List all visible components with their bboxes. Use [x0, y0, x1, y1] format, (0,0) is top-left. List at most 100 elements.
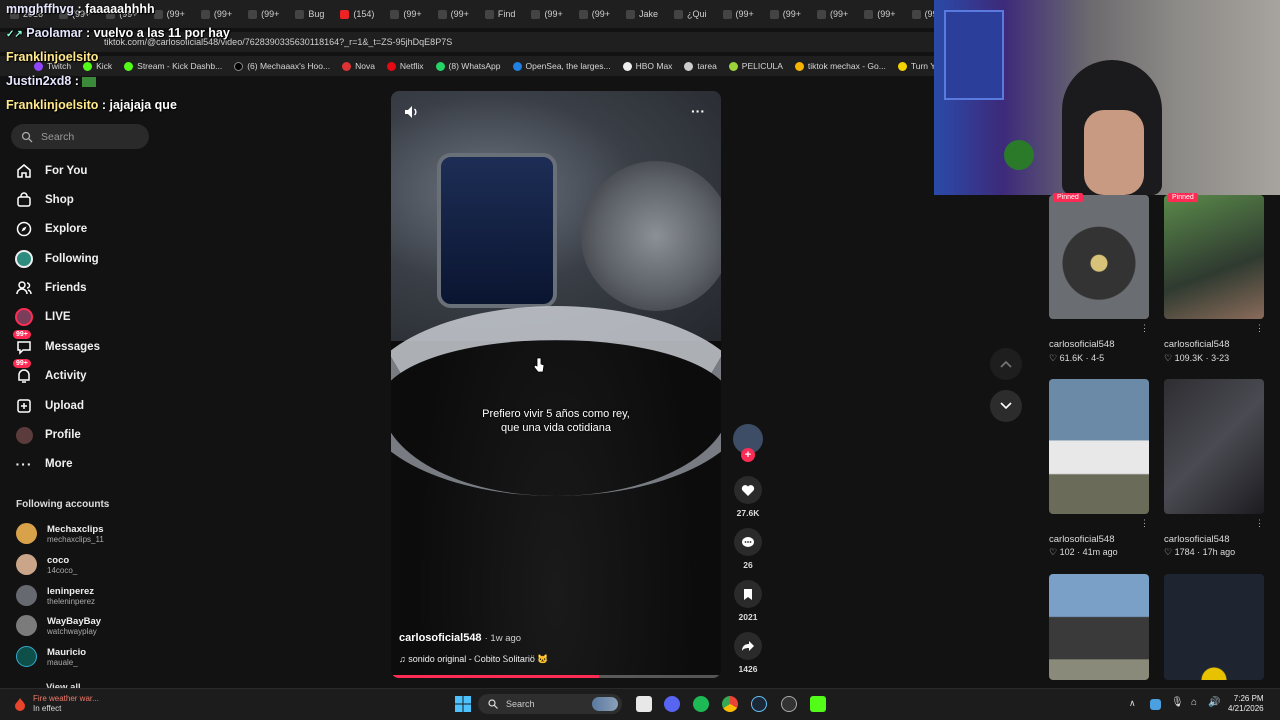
bookmark-item[interactable]: Netflix	[386, 61, 424, 71]
video-thumbnail[interactable]: Pinned	[1164, 193, 1264, 319]
file-explorer-icon[interactable]	[636, 696, 652, 712]
discord-icon[interactable]	[664, 696, 680, 712]
bookmark-item[interactable]: tiktok mechax - Go...	[794, 61, 886, 71]
browser-tab[interactable]: Bug	[289, 3, 330, 25]
thumbnail-more-icon[interactable]: ⋮	[1255, 518, 1264, 529]
video-progress-bar[interactable]	[391, 675, 721, 678]
chat-message: ✓↗ Paolamar : vuelvo a las 11 por hay	[6, 26, 230, 40]
video-thumbnail[interactable]: Pinned	[1049, 193, 1149, 319]
windows-start-icon[interactable]	[455, 696, 471, 717]
nav-following[interactable]: Following	[15, 248, 99, 270]
following-accounts-title: Following accounts	[16, 499, 110, 510]
thumbnail-author[interactable]: carlosoficial548	[1049, 339, 1114, 350]
browser-tab[interactable]: (154)	[334, 3, 380, 25]
browser-tab[interactable]: (99+	[195, 3, 238, 25]
browser-tab[interactable]: (99+	[384, 3, 427, 25]
nav-profile[interactable]: Profile	[15, 424, 81, 446]
browser-tab[interactable]: (99+	[858, 3, 901, 25]
creator-avatar-button[interactable]: +	[733, 424, 763, 462]
thumbnail-author[interactable]: carlosoficial548	[1049, 534, 1114, 545]
tray-overflow-icon[interactable]: ∧	[1129, 698, 1136, 709]
nav-upload[interactable]: Upload	[15, 395, 84, 417]
thumbnail-author[interactable]: carlosoficial548	[1164, 339, 1229, 350]
search-box[interactable]	[11, 124, 149, 149]
browser-tab[interactable]: (99+	[811, 3, 854, 25]
bookmark-item[interactable]: Stream - Kick Dashb...	[124, 61, 222, 71]
chat-message: mmghffhvg : faaaaahhhh	[6, 2, 155, 16]
share-button[interactable]: 1426	[733, 632, 763, 674]
video-player[interactable]: ··· Prefiero vivir 5 años como rey, que u…	[391, 91, 721, 678]
bookmark-item[interactable]: tarea	[684, 61, 717, 71]
video-thumbnail[interactable]	[1164, 379, 1264, 514]
following-account[interactable]: leninperez theleninperez	[16, 585, 95, 606]
nav-activity[interactable]: 99+ Activity	[13, 359, 87, 387]
thumbnail-author[interactable]: carlosoficial548	[1164, 534, 1229, 545]
search-input[interactable]	[41, 130, 141, 143]
browser-tab[interactable]: ¿Qui	[668, 3, 713, 25]
video-author[interactable]: carlosoficial548 · 1w ago	[399, 632, 521, 644]
thumbnail-more-icon[interactable]: ⋮	[1140, 518, 1149, 529]
follow-plus-icon[interactable]: +	[741, 448, 755, 462]
following-account[interactable]: Mauricio mauale_	[16, 646, 86, 667]
bookmark-item[interactable]: Nova	[342, 61, 375, 71]
network-icon[interactable]: ⌂	[1191, 697, 1197, 708]
thumbnail-more-icon[interactable]: ⋮	[1140, 323, 1149, 334]
kick-app-icon[interactable]	[810, 696, 826, 712]
nav-friends[interactable]: Friends	[15, 277, 87, 299]
like-button[interactable]: 27.6K	[733, 476, 763, 518]
volume-icon[interactable]	[404, 105, 420, 124]
tab-favicon-icon	[437, 9, 447, 19]
nav-shop[interactable]: Shop	[15, 189, 74, 211]
nav-explore[interactable]: Explore	[15, 218, 87, 240]
nav-messages[interactable]: 99+ Messages	[13, 330, 100, 358]
steam-icon[interactable]	[751, 696, 767, 712]
browser-tab[interactable]: (99+	[432, 3, 475, 25]
next-video-button[interactable]	[990, 390, 1022, 422]
browser-tab[interactable]: (99+	[717, 3, 760, 25]
browser-tab[interactable]: (99+	[573, 3, 616, 25]
video-sound[interactable]: ♫ sonido original - Ꮯobito Ꮪolitariö 🐱	[399, 654, 549, 665]
tab-favicon-icon	[248, 9, 258, 19]
microphone-icon[interactable]: 🎙	[1171, 697, 1184, 708]
browser-tab[interactable]: Find	[479, 3, 522, 25]
tab-favicon-icon	[673, 9, 683, 19]
tab-favicon-icon	[578, 9, 588, 19]
whatsapp-icon	[435, 61, 445, 71]
save-button[interactable]: 2021	[733, 580, 763, 622]
following-account[interactable]: coco 14coco_	[16, 554, 77, 575]
video-thumbnail[interactable]	[1164, 574, 1264, 680]
avatar	[16, 646, 37, 667]
thumbnail-more-icon[interactable]: ⋮	[1255, 323, 1264, 334]
bookmark-item[interactable]: (6) Mechaaax's Hoo...	[234, 61, 330, 71]
more-icon: ···	[15, 456, 33, 472]
bookmark-item[interactable]: (8) WhatsApp	[435, 61, 501, 71]
weather-widget[interactable]: Fire weather war... In effect	[33, 694, 99, 714]
browser-tab[interactable]: (99+	[525, 3, 568, 25]
bookmark-item[interactable]: PELICULA	[728, 61, 783, 71]
nav-for-you[interactable]: For You	[15, 160, 87, 182]
comment-button[interactable]: 26	[733, 528, 763, 570]
video-thumbnail[interactable]	[1049, 379, 1149, 514]
following-account[interactable]: Mechaxclips mechaxclips_11	[16, 523, 104, 544]
taskbar-search[interactable]: Search	[478, 694, 622, 714]
following-account[interactable]: WayBayBay watchwayplay	[16, 615, 101, 636]
thumbnail-stats: ♡ 102 · 41m ago	[1049, 547, 1118, 557]
bookmark-item[interactable]: OpenSea, the larges...	[512, 61, 611, 71]
volume-icon[interactable]: 🔊	[1208, 697, 1220, 708]
tab-favicon-icon	[864, 9, 874, 19]
taskbar-clock[interactable]: 7:26 PM 4/21/2026	[1228, 694, 1264, 714]
video-thumbnail[interactable]	[1049, 574, 1149, 680]
browser-tab[interactable]: Jake	[620, 3, 664, 25]
bookmark-item[interactable]: HBO Max	[622, 61, 672, 71]
tray-app-icon[interactable]	[1150, 699, 1161, 710]
video-more-icon[interactable]: ···	[691, 103, 705, 119]
browser-tab[interactable]: (99+	[906, 3, 935, 25]
nav-more[interactable]: ··· More	[15, 453, 73, 475]
chrome-icon[interactable]	[722, 696, 738, 712]
previous-video-button[interactable]	[990, 348, 1022, 380]
browser-tab[interactable]: (99+	[764, 3, 807, 25]
browser-tab[interactable]: (99+	[242, 3, 285, 25]
settings-icon[interactable]	[781, 696, 797, 712]
spotify-icon[interactable]	[693, 696, 709, 712]
nav-live[interactable]: LIVE	[15, 306, 71, 328]
